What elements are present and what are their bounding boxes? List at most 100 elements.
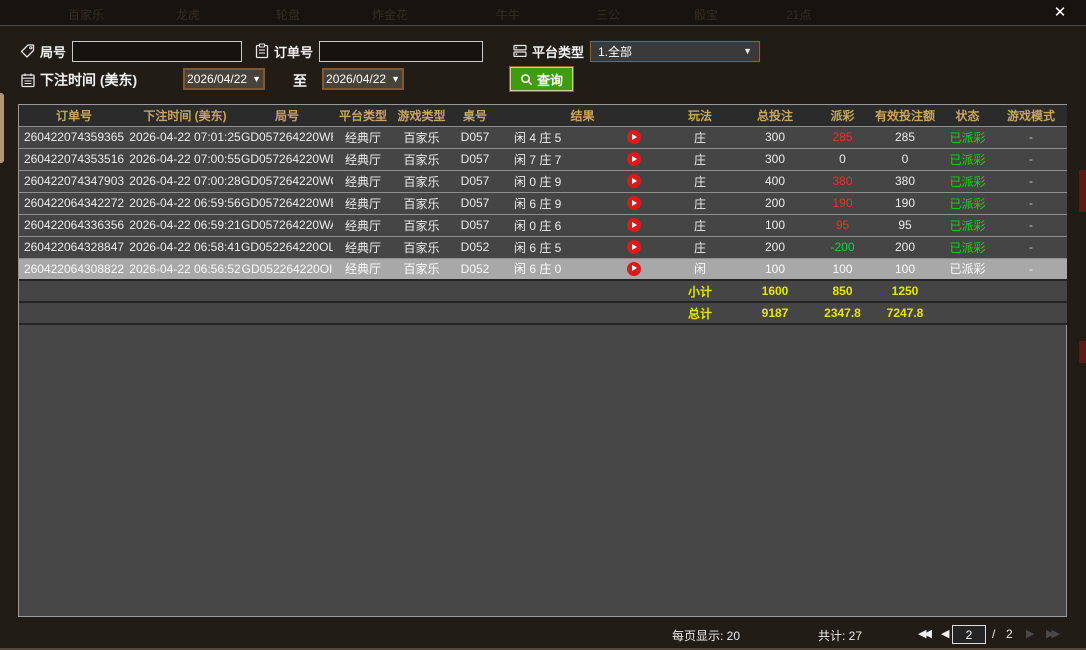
server-list-icon (512, 43, 528, 59)
cell-game: 百家乐 (393, 126, 450, 148)
cell-order: 260422064308822 (19, 258, 129, 280)
cell-valid: 95 (870, 214, 940, 236)
column-header-12: 游戏模式 (995, 105, 1067, 126)
platform-filter-group: 平台类型 1.全部 ▼ (512, 40, 760, 62)
background-tab: 21点 (786, 6, 811, 23)
cell-payout: -200 (815, 236, 870, 258)
total-payout: 2347.8 (815, 302, 870, 324)
platform-selected-value: 1.全部 (598, 43, 632, 60)
bet-history-table: 订单号下注时间 (美东)局号平台类型游戏类型桌号结果玩法总投注派彩有效投注额状态… (18, 104, 1067, 617)
play-video-icon[interactable] (627, 218, 641, 232)
page-number-input[interactable] (952, 625, 986, 644)
column-header-1: 下注时间 (美东) (129, 105, 241, 126)
search-icon (520, 73, 533, 86)
cell-valid: 380 (870, 170, 940, 192)
play-video-icon[interactable] (627, 174, 641, 188)
query-button[interactable]: 查询 (510, 67, 573, 91)
subtotal-row: 小计 1600 850 1250 (19, 280, 1067, 302)
cell-play: 庄 (665, 214, 735, 236)
play-video-icon[interactable] (627, 130, 641, 144)
column-header-10: 有效投注额 (870, 105, 940, 126)
column-header-4: 游戏类型 (393, 105, 450, 126)
cell-round: GD052264220OL (241, 236, 333, 258)
total-label: 总计 (665, 302, 735, 324)
cell-mode: - (995, 148, 1067, 170)
cell-result: 闲 4 庄 5 (500, 126, 665, 148)
cell-game: 百家乐 (393, 148, 450, 170)
result-text: 闲 4 庄 5 (514, 131, 561, 145)
play-video-icon[interactable] (627, 262, 641, 276)
prev-page-icon[interactable]: ◀ (941, 627, 949, 640)
play-video-icon[interactable] (627, 240, 641, 254)
play-video-icon[interactable] (627, 152, 641, 166)
cell-table: D057 (450, 170, 500, 192)
chevron-down-icon: ▼ (252, 74, 261, 84)
column-header-8: 总投注 (735, 105, 815, 126)
last-page-icon[interactable]: ▶▶ (1046, 627, 1057, 640)
table-row[interactable]: 2604220743535162026-04-22 07:00:55GD0572… (19, 148, 1067, 170)
date-from-picker[interactable]: 2026/04/22 ▼ (183, 68, 265, 90)
cell-round: GD057264220WA (241, 214, 333, 236)
table-row[interactable]: 2604220643088222026-04-22 06:56:52GD0522… (19, 258, 1067, 280)
cell-mode: - (995, 170, 1067, 192)
play-video-icon[interactable] (627, 196, 641, 210)
table-row[interactable]: 2604220743593652026-04-22 07:01:25GD0572… (19, 126, 1067, 148)
cell-bet: 400 (735, 170, 815, 192)
cell-time: 2026-04-22 07:01:25 (129, 126, 241, 148)
cell-round: GD057264220WC (241, 170, 333, 192)
cell-table: D057 (450, 192, 500, 214)
cell-mode: - (995, 126, 1067, 148)
background-tab: 百家乐 (68, 6, 104, 23)
cell-time: 2026-04-22 07:00:55 (129, 148, 241, 170)
cell-game: 百家乐 (393, 236, 450, 258)
close-icon[interactable]: ✕ (1050, 3, 1070, 23)
cell-hall: 经典厅 (333, 170, 393, 192)
cell-result: 闲 7 庄 7 (500, 148, 665, 170)
cell-order: 260422064336356 (19, 214, 129, 236)
background-tab: 三公 (596, 6, 620, 23)
cell-mode: - (995, 192, 1067, 214)
cell-hall: 经典厅 (333, 236, 393, 258)
cell-play: 庄 (665, 148, 735, 170)
cell-round: GD057264220WD (241, 148, 333, 170)
cell-hall: 经典厅 (333, 192, 393, 214)
cell-payout: 0 (815, 148, 870, 170)
background-art-fragment (1079, 341, 1086, 363)
chevron-down-icon: ▼ (391, 74, 400, 84)
cell-play: 庄 (665, 126, 735, 148)
date-to-picker[interactable]: 2026/04/22 ▼ (322, 68, 404, 90)
bet-time-label: 下注时间 (美东) (40, 70, 137, 90)
cell-round: GD057264220WB (241, 192, 333, 214)
round-input[interactable] (72, 41, 242, 62)
table-row[interactable]: 2604220643422722026-04-22 06:59:56GD0572… (19, 192, 1067, 214)
cell-time: 2026-04-22 07:00:28 (129, 170, 241, 192)
platform-label: 平台类型 (532, 42, 584, 61)
total-count-text: 共计: 27 (818, 627, 862, 644)
cell-payout: 190 (815, 192, 870, 214)
date-from-value: 2026/04/22 (187, 72, 247, 86)
table-row[interactable]: 2604220643288472026-04-22 06:58:41GD0522… (19, 236, 1067, 258)
cell-status: 已派彩 (940, 258, 995, 280)
title-bar: 百家乐龙虎轮盘炸金花牛牛三公骰宝21点 ✕ (0, 0, 1086, 26)
result-text: 闲 0 庄 9 (514, 175, 561, 189)
table-header-row: 订单号下注时间 (美东)局号平台类型游戏类型桌号结果玩法总投注派彩有效投注额状态… (19, 105, 1067, 126)
query-button-label: 查询 (537, 70, 563, 89)
order-input[interactable] (319, 41, 483, 62)
table-row[interactable]: 2604220643363562026-04-22 06:59:21GD0572… (19, 214, 1067, 236)
cell-order: 260422064328847 (19, 236, 129, 258)
subtotal-label: 小计 (665, 280, 735, 302)
table-row[interactable]: 2604220743479032026-04-22 07:00:28GD0572… (19, 170, 1067, 192)
cell-status: 已派彩 (940, 236, 995, 258)
cell-mode: - (995, 258, 1067, 280)
cell-order: 260422074359365 (19, 126, 129, 148)
cell-table: D057 (450, 214, 500, 236)
platform-select[interactable]: 1.全部 ▼ (590, 41, 760, 62)
first-page-icon[interactable]: ◀◀ (918, 627, 929, 640)
column-header-5: 桌号 (450, 105, 500, 126)
page-separator: / (992, 627, 995, 641)
background-tab: 牛牛 (496, 6, 520, 23)
total-bet: 9187 (735, 302, 815, 324)
cell-play: 庄 (665, 170, 735, 192)
cell-order: 260422074347903 (19, 170, 129, 192)
next-page-icon[interactable]: ▶ (1026, 627, 1034, 640)
